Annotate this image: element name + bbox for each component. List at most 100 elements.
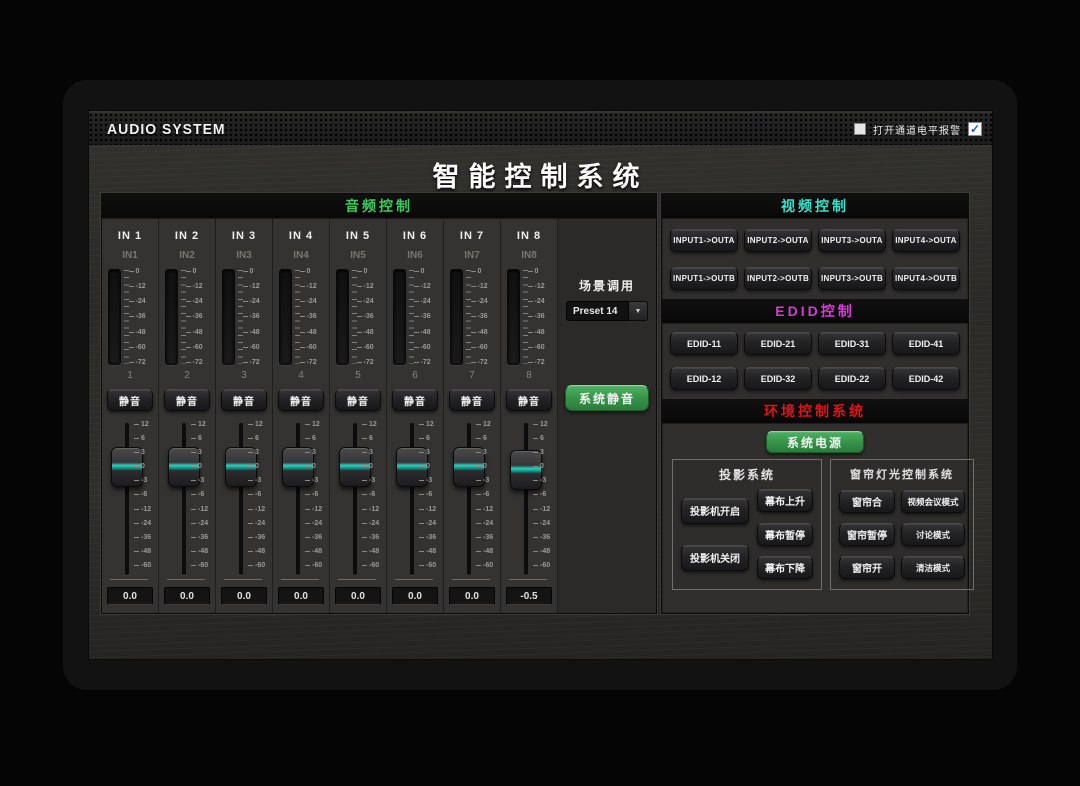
projector-button-2[interactable]: 投影机关闭 — [681, 545, 749, 571]
mode-button-1[interactable]: 视频会议模式 — [901, 490, 965, 513]
scale-tick: 0 — [357, 268, 381, 275]
channel-name: IN 4 — [289, 230, 313, 245]
scale-tick: -3 — [248, 477, 270, 484]
scale-tick: 0 — [129, 268, 153, 275]
scale-tick: -36 — [362, 534, 384, 541]
scale-tick: 12 — [134, 421, 156, 428]
level-alarm-checkbox[interactable] — [854, 123, 866, 135]
curtain-button-2[interactable]: 窗帘暂停 — [839, 523, 895, 546]
scale-tick: -12 — [305, 506, 327, 513]
system-power-button[interactable]: 系统电源 — [766, 431, 864, 453]
channel-number: 5 — [355, 370, 361, 383]
edid-button-3[interactable]: EDID-31 — [818, 332, 886, 355]
edid-grid: EDID-11 EDID-21 EDID-31 EDID-41 EDID-12 EDID-… — [670, 332, 960, 390]
scale-tick: -60 — [528, 344, 552, 351]
mute-button-8[interactable]: 静音 — [506, 389, 552, 411]
video-route-button-3[interactable]: INPUT3->OUTA — [818, 229, 886, 252]
mode-button-2[interactable]: 讨论模式 — [901, 523, 965, 546]
scale-tick: -48 — [305, 548, 327, 555]
fader-track[interactable] — [467, 423, 471, 575]
edid-button-5[interactable]: EDID-12 — [670, 367, 738, 390]
system-mute-button[interactable]: 系统静音 — [565, 385, 649, 411]
scale-tick: -12 — [129, 283, 153, 290]
scale-tick: -60 — [419, 562, 441, 569]
scale-tick: -12 — [528, 283, 552, 290]
edid-button-8[interactable]: EDID-42 — [892, 367, 960, 390]
video-route-button-7[interactable]: INPUT3->OUTB — [818, 267, 886, 290]
mode-button-3[interactable]: 清洁模式 — [901, 556, 965, 579]
channel-strip-8: IN 8IN80-12-24-36-48-60-728静音12630-3-6-1… — [501, 219, 558, 613]
mute-button-4[interactable]: 静音 — [278, 389, 324, 411]
fader-6: 12630-3-6-12-24-36-48-60 — [387, 419, 443, 582]
meter-bar — [336, 269, 349, 365]
curtain-light-group: 窗帘灯光控制系统 窗帘合视频会议模式窗帘暂停讨论模式窗帘开清洁模式 — [830, 459, 974, 590]
scale-tick: -60 — [129, 344, 153, 351]
scale-tick: -72 — [300, 359, 324, 366]
scale-tick: 0 — [362, 463, 384, 470]
scale-tick: -24 — [471, 298, 495, 305]
screen-button-3[interactable]: 幕布下降 — [757, 556, 813, 579]
video-route-button-4[interactable]: INPUT4->OUTA — [892, 229, 960, 252]
edid-button-1[interactable]: EDID-11 — [670, 332, 738, 355]
video-route-button-2[interactable]: INPUT2->OUTA — [744, 229, 812, 252]
meter-bar — [450, 269, 463, 365]
scale-tick: -72 — [528, 359, 552, 366]
scale-tick: 6 — [476, 435, 498, 442]
fader-7: 12630-3-6-12-24-36-48-60 — [444, 419, 500, 582]
fader-track[interactable] — [524, 423, 528, 575]
video-route-button-1[interactable]: INPUT1->OUTA — [670, 229, 738, 252]
scale-tick: -12 — [191, 506, 213, 513]
fader-scale: 12630-3-6-12-24-36-48-60 — [362, 421, 384, 569]
scale-tick: 3 — [362, 449, 384, 456]
fader-scale: 12630-3-6-12-24-36-48-60 — [305, 421, 327, 569]
edid-button-2[interactable]: EDID-21 — [744, 332, 812, 355]
mute-button-2[interactable]: 静音 — [164, 389, 210, 411]
fader-track[interactable] — [182, 423, 186, 575]
fader-1: 12630-3-6-12-24-36-48-60 — [102, 419, 158, 582]
scale-tick: 6 — [134, 435, 156, 442]
mute-button-5[interactable]: 静音 — [335, 389, 381, 411]
level-meter: 0-12-24-36-48-60-72 — [279, 266, 324, 368]
scale-tick: -6 — [419, 491, 441, 498]
scale-tick: -60 — [471, 344, 495, 351]
scale-tick: -12 — [248, 506, 270, 513]
channel-strips: IN 1IN10-12-24-36-48-60-721静音12630-3-6-1… — [102, 219, 558, 613]
fader-track[interactable] — [353, 423, 357, 575]
corner-checkbox[interactable]: ✓ — [968, 122, 982, 136]
fader-track[interactable] — [239, 423, 243, 575]
video-route-button-6[interactable]: INPUT2->OUTB — [744, 267, 812, 290]
env-section-header: 环境控制系统 — [662, 399, 968, 424]
fader-bottom-line — [167, 579, 205, 580]
fader-track[interactable] — [410, 423, 414, 575]
scale-tick: -60 — [186, 344, 210, 351]
fader-track[interactable] — [296, 423, 300, 575]
edid-button-4[interactable]: EDID-41 — [892, 332, 960, 355]
screen-button-1[interactable]: 幕布上升 — [757, 489, 813, 512]
meter-scale: 0-12-24-36-48-60-72 — [414, 268, 438, 366]
scale-tick: -24 — [528, 298, 552, 305]
level-meter: 0-12-24-36-48-60-72 — [507, 266, 552, 368]
gain-value-8: -0.5 — [506, 587, 552, 605]
mute-button-6[interactable]: 静音 — [392, 389, 438, 411]
preset-select[interactable]: Preset 14 ▼ — [566, 301, 648, 321]
scale-tick: -36 — [528, 313, 552, 320]
curtain-button-3[interactable]: 窗帘开 — [839, 556, 895, 579]
edid-button-6[interactable]: EDID-32 — [744, 367, 812, 390]
scale-tick: -60 — [533, 562, 555, 569]
level-meter: 0-12-24-36-48-60-72 — [450, 266, 495, 368]
chevron-down-icon[interactable]: ▼ — [629, 301, 648, 321]
scale-tick: -12 — [476, 506, 498, 513]
video-route-button-8[interactable]: INPUT4->OUTB — [892, 267, 960, 290]
scale-tick: 3 — [419, 449, 441, 456]
mute-button-7[interactable]: 静音 — [449, 389, 495, 411]
curtain-button-1[interactable]: 窗帘合 — [839, 490, 895, 513]
mute-button-1[interactable]: 静音 — [107, 389, 153, 411]
fader-scale: 12630-3-6-12-24-36-48-60 — [191, 421, 213, 569]
fader-track[interactable] — [125, 423, 129, 575]
screen-button-2[interactable]: 幕布暂停 — [757, 523, 813, 546]
projector-button-1[interactable]: 投影机开启 — [681, 498, 749, 524]
fader-bottom-line — [224, 579, 262, 580]
mute-button-3[interactable]: 静音 — [221, 389, 267, 411]
edid-button-7[interactable]: EDID-22 — [818, 367, 886, 390]
video-route-button-5[interactable]: INPUT1->OUTB — [670, 267, 738, 290]
